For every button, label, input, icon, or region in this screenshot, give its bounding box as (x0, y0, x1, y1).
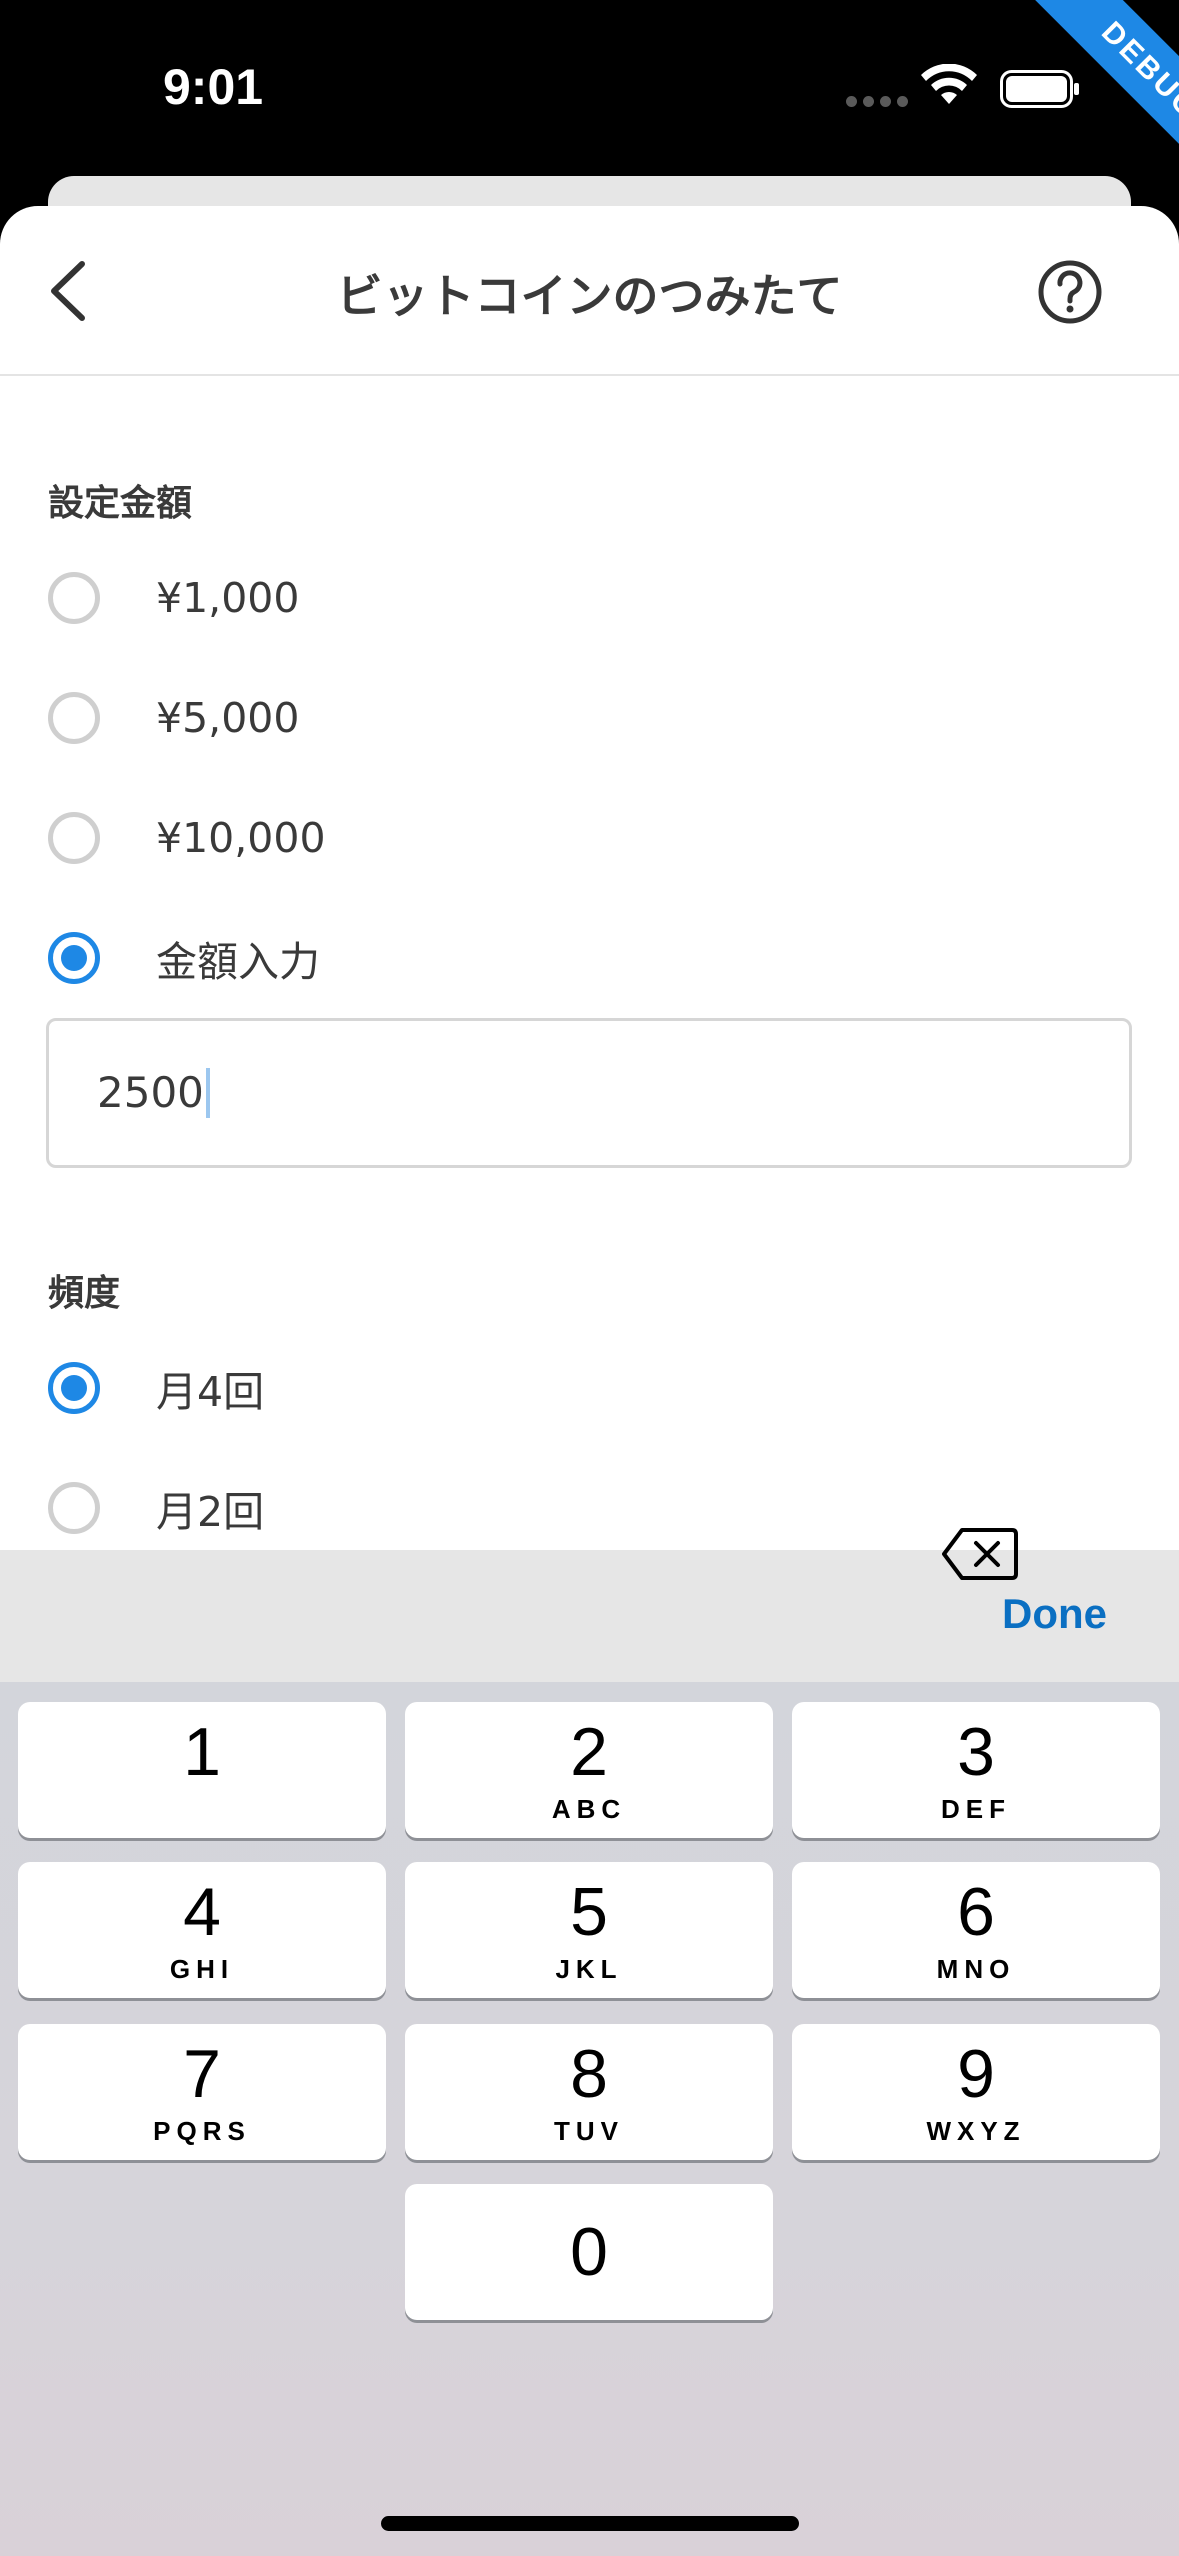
key-9[interactable]: 9 WXYZ (792, 2024, 1160, 2160)
key-5[interactable]: 5 JKL (405, 1862, 773, 1998)
frequency-option-label: 月2回 (156, 1488, 265, 1536)
key-digit: 6 (957, 1874, 995, 1950)
key-letters: PQRS (153, 2116, 251, 2146)
key-letters: ABC (551, 1794, 627, 1824)
frequency-option-2[interactable]: 月2回 (48, 1468, 748, 1548)
header: ビットコインのつみたて (0, 206, 1179, 376)
key-6[interactable]: 6 MNO (792, 1862, 1160, 1998)
key-7[interactable]: 7 PQRS (18, 2024, 386, 2160)
amount-input[interactable]: 2500 (46, 1018, 1132, 1168)
key-3[interactable]: 3 DEF (792, 1702, 1160, 1838)
amount-option-label: 金額入力 (156, 938, 320, 986)
key-4[interactable]: 4 GHI (18, 1862, 386, 1998)
key-digit: 9 (957, 2036, 995, 2112)
done-button[interactable]: Done (1002, 1590, 1107, 1638)
numeric-keyboard: 1 2 ABC 3 DEF 4 GHI 5 JKL 6 MNO 7 PQRS 8 (0, 1682, 1179, 2556)
amount-section-label: 設定金額 (48, 483, 193, 524)
key-digit: 7 (183, 2036, 221, 2112)
battery-icon (1000, 70, 1079, 108)
key-digit: 0 (570, 2214, 608, 2290)
amount-option-10000[interactable]: ¥10,000 (48, 798, 748, 878)
key-digit: 5 (570, 1874, 608, 1950)
key-letters: WXYZ (926, 2116, 1026, 2146)
status-bar: 9:01 DEBUG (0, 0, 1179, 199)
question-circle-icon (1038, 260, 1102, 324)
frequency-option-4[interactable]: 月4回 (48, 1348, 748, 1428)
amount-option-1000[interactable]: ¥1,000 (48, 558, 748, 638)
backspace-icon (942, 1528, 1018, 1580)
amount-input-value: 2500 (97, 1067, 210, 1121)
key-0[interactable]: 0 (405, 2184, 773, 2320)
amount-option-label: ¥1,000 (156, 574, 300, 622)
frequency-option-label: 月4回 (156, 1368, 265, 1416)
key-letters: DEF (941, 1794, 1011, 1824)
amount-option-5000[interactable]: ¥5,000 (48, 678, 748, 758)
key-letters: JKL (555, 1954, 623, 1984)
key-digit: 1 (183, 1714, 221, 1790)
key-letters: GHI (169, 1954, 235, 1984)
status-time: 9:01 (163, 59, 264, 115)
page-title: ビットコインのつみたて (336, 269, 843, 323)
radio-button[interactable] (48, 812, 100, 864)
app-screen: 9:01 DEBUG ビットコインのつみたて 設定金額 ¥1,000 ¥5,00… (0, 0, 1179, 2556)
help-button[interactable] (1036, 258, 1104, 326)
radio-button-selected[interactable] (48, 932, 100, 984)
key-digit: 2 (570, 1714, 608, 1790)
radio-button[interactable] (48, 572, 100, 624)
radio-button-selected[interactable] (48, 1362, 100, 1414)
key-digit: 4 (183, 1874, 221, 1950)
backspace-button[interactable] (940, 1524, 1020, 1584)
amount-option-label: ¥10,000 (156, 814, 326, 862)
key-1[interactable]: 1 (18, 1702, 386, 1838)
key-digit: 8 (570, 2036, 608, 2112)
signal-dots-icon (846, 96, 908, 107)
radio-button[interactable] (48, 1482, 100, 1534)
key-letters: TUV (554, 2116, 624, 2146)
radio-button[interactable] (48, 692, 100, 744)
amount-option-custom[interactable]: 金額入力 (48, 918, 748, 998)
amount-input-text: 2500 (97, 1068, 204, 1117)
frequency-section-label: 頻度 (48, 1273, 121, 1314)
key-8[interactable]: 8 TUV (405, 2024, 773, 2160)
amount-option-label: ¥5,000 (156, 694, 300, 742)
text-caret (205, 1067, 210, 1118)
home-indicator (381, 2516, 799, 2531)
key-letters: MNO (936, 1954, 1016, 1984)
key-digit: 3 (957, 1714, 995, 1790)
wifi-icon (921, 64, 977, 104)
key-2[interactable]: 2 ABC (405, 1702, 773, 1838)
